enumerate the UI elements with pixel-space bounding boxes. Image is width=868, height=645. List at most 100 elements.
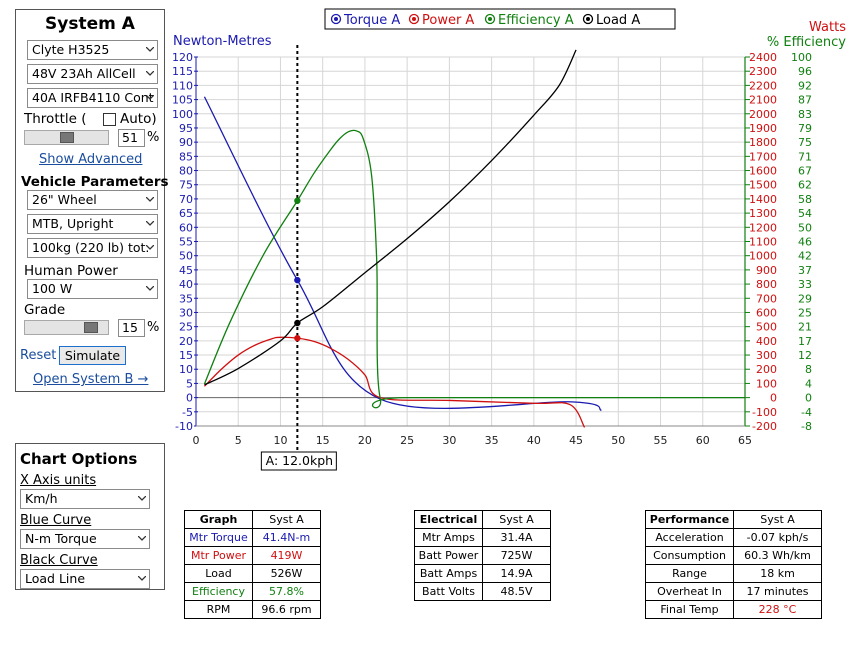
y-tick-label-efficiency: 37 — [798, 264, 812, 277]
table-cell: Batt Amps — [414, 564, 483, 583]
black-curve-value: Load Line — [25, 571, 86, 586]
y-tick-label-efficiency: 79 — [798, 122, 812, 135]
y-tick-label-efficiency: 92 — [798, 79, 812, 92]
y-tick-label-efficiency: 46 — [798, 236, 812, 249]
electrical-table: Electrical Syst A Mtr Amps 31.4A Batt Po… — [414, 510, 551, 601]
right-axis-title-watts: Watts — [809, 20, 846, 35]
y-tick-label-watts: 0 — [770, 392, 777, 405]
table-cell: 419W — [252, 546, 321, 565]
table-header-cell: Syst A — [482, 510, 551, 529]
x-tick-label: 25 — [400, 434, 414, 447]
table-row: Overheat In 17 minutes — [645, 582, 822, 601]
legend-radio-dot-icon — [586, 17, 590, 21]
x-tick-label: 30 — [442, 434, 456, 447]
y-tick-label-efficiency: 62 — [798, 179, 812, 192]
y-tick-label-efficiency: 0 — [805, 392, 812, 405]
y-tick-label-efficiency: 12 — [798, 349, 812, 362]
table-cell: Load — [184, 564, 253, 583]
table-row: Batt Amps 14.9A — [414, 564, 551, 583]
y-tick-label-left: 20 — [179, 335, 193, 348]
legend-item-power-a: Power A — [422, 13, 474, 28]
x-tick-label: 15 — [316, 434, 330, 447]
table-cell: Final Temp — [645, 600, 734, 619]
table-row: Mtr Power 419W — [184, 546, 321, 565]
y-tick-label-watts: 1500 — [749, 179, 777, 192]
table-cell: Mtr Power — [184, 546, 253, 565]
y-tick-label-watts: 1000 — [749, 250, 777, 263]
blue-curve-select[interactable]: N-m Torque — [20, 529, 150, 549]
x-tick-label: 45 — [569, 434, 583, 447]
table-row: Acceleration -0.07 kph/s — [645, 528, 822, 547]
y-tick-label-watts: 1800 — [749, 136, 777, 149]
y-tick-label-left: 35 — [179, 292, 193, 305]
table-cell: 48.5V — [482, 582, 551, 601]
x-tick-label: 0 — [193, 434, 200, 447]
y-tick-label-efficiency: 17 — [798, 335, 812, 348]
y-tick-label-watts: -100 — [752, 406, 777, 419]
y-tick-label-left: 120 — [172, 51, 193, 64]
y-tick-label-watts: 300 — [756, 349, 777, 362]
table-row: Load 526W — [184, 564, 321, 583]
table-cell: 96.6 rpm — [252, 600, 321, 619]
table-header-cell: Syst A — [252, 510, 321, 529]
table-cell: 725W — [482, 546, 551, 565]
x-tick-label: 5 — [235, 434, 242, 447]
y-tick-label-efficiency: 83 — [798, 108, 812, 121]
table-cell: 18 km — [733, 564, 822, 583]
table-row: Batt Volts 48.5V — [414, 582, 551, 601]
y-tick-label-left: 45 — [179, 264, 193, 277]
y-tick-label-left: 115 — [172, 65, 193, 78]
y-tick-label-watts: 1200 — [749, 221, 777, 234]
y-tick-label-watts: 2000 — [749, 108, 777, 121]
table-row: Final Temp 228 °C — [645, 600, 822, 619]
y-tick-label-efficiency: 29 — [798, 292, 812, 305]
y-tick-label-left: -5 — [182, 406, 193, 419]
performance-table: Performance Syst A Acceleration -0.07 kp… — [645, 510, 822, 619]
y-tick-label-efficiency: 87 — [798, 94, 812, 107]
blue-curve-value: N-m Torque — [25, 531, 97, 546]
y-tick-label-left: 100 — [172, 108, 193, 121]
y-tick-label-left: 5 — [186, 377, 193, 390]
table-cell: Mtr Amps — [414, 528, 483, 547]
chart-legend: Torque A Power A Efficiency A Load A — [324, 8, 676, 30]
table-cell: Mtr Torque — [184, 528, 253, 547]
cursor-label: A: 12.0kph — [266, 453, 333, 468]
table-cell: -0.07 kph/s — [733, 528, 822, 547]
y-tick-label-watts: 500 — [756, 321, 777, 334]
table-header-cell: Syst A — [733, 510, 822, 529]
chart-cursor[interactable]: A: 12.0kph — [260, 45, 337, 471]
y-tick-label-left: 0 — [186, 392, 193, 405]
y-tick-label-left: -10 — [175, 420, 193, 433]
x-tick-label: 10 — [273, 434, 287, 447]
x-axis-units-select[interactable]: Km/h — [20, 489, 150, 509]
y-tick-label-watts: 1300 — [749, 207, 777, 220]
cursor-marker-load-a — [294, 319, 301, 327]
x-tick-label: 40 — [527, 434, 541, 447]
y-tick-label-left: 95 — [179, 122, 193, 135]
legend-radio-dot-icon — [334, 17, 338, 21]
legend-item-load-a: Load A — [596, 13, 640, 28]
cursor-marker-power-a — [294, 334, 301, 342]
series-line-load-a — [204, 49, 577, 386]
table-cell: RPM — [184, 600, 253, 619]
table-cell: 526W — [252, 564, 321, 583]
x-axis-units-value: Km/h — [25, 491, 58, 506]
y-tick-label-efficiency: 71 — [798, 150, 812, 163]
table-row: RPM 96.6 rpm — [184, 600, 321, 619]
table-cell: Range — [645, 564, 734, 583]
y-tick-label-efficiency: -8 — [801, 420, 812, 433]
y-tick-label-efficiency: 4 — [805, 377, 812, 390]
cursor-marker-efficiency-a — [294, 197, 301, 204]
y-tick-label-left: 55 — [179, 236, 193, 249]
legend-item-efficiency-a: Efficiency A — [498, 13, 574, 28]
x-tick-label: 50 — [611, 434, 625, 447]
y-tick-label-watts: 2100 — [749, 94, 777, 107]
y-tick-label-left: 30 — [179, 306, 193, 319]
chevron-down-icon — [138, 496, 146, 501]
table-cell: Batt Power — [414, 546, 483, 565]
y-tick-label-left: 50 — [179, 250, 193, 263]
black-curve-select[interactable]: Load Line — [20, 569, 150, 589]
table-header-row: Performance Syst A — [645, 510, 822, 529]
y-tick-label-left: 85 — [179, 150, 193, 163]
table-cell: 14.9A — [482, 564, 551, 583]
